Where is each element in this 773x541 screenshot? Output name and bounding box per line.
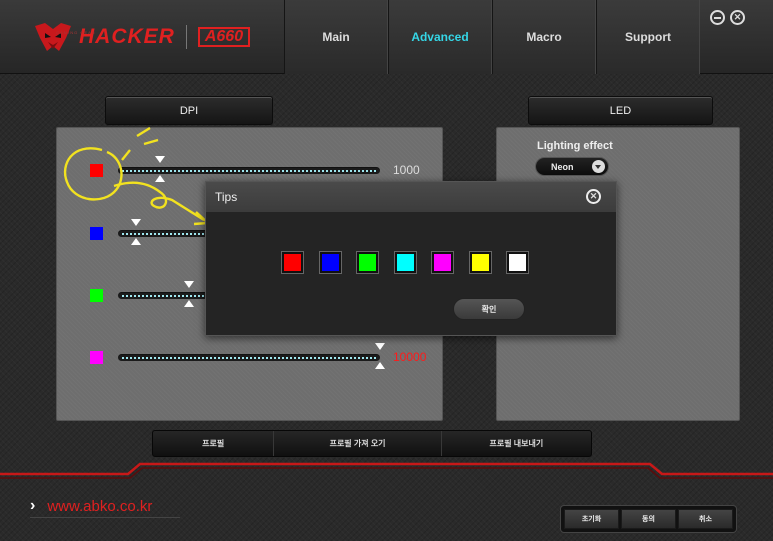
color-option[interactable] [356,251,379,274]
dpi-slider-thumb[interactable] [183,281,194,288]
tab-main[interactable]: Main [284,0,388,74]
chevron-right-icon: › [30,497,36,514]
model-badge: A660 [197,27,251,47]
dpi-color-swatch[interactable] [90,289,103,302]
tab-support[interactable]: Support [596,0,700,74]
color-option[interactable] [506,251,529,274]
url-underline [30,517,180,518]
close-icon[interactable]: ✕ [586,189,601,204]
led-section-button[interactable]: LED [528,96,713,125]
logo-divider [185,25,187,49]
tips-dialog-header: Tips ✕ [206,182,616,212]
color-option[interactable] [468,251,492,274]
chevron-down-icon [592,160,605,173]
main-tabs: Main Advanced Macro Support [284,0,700,74]
brand-name: HACKER [79,25,175,48]
close-icon[interactable]: ✕ [730,10,745,25]
reset-button[interactable]: 초기화 [564,509,619,529]
ok-button[interactable]: 확인 [453,298,525,320]
tab-advanced[interactable]: Advanced [388,0,492,74]
cancel-button[interactable]: 취소 [678,509,733,529]
dpi-value: 1000 [393,163,420,177]
color-option[interactable] [318,251,342,274]
lighting-effect-label: Lighting effect [537,140,613,152]
action-buttons: 초기화 동의 취소 [560,505,737,533]
profile-import-button[interactable]: 프로필 가져 오기 [274,431,442,456]
dpi-color-swatch[interactable] [90,351,103,364]
lighting-effect-select[interactable]: Neon [535,157,609,176]
dpi-slider-thumb[interactable] [183,300,194,307]
profile-button[interactable]: 프로필 [153,431,275,456]
hacker-emblem-icon [35,23,71,51]
tips-dialog-title: Tips [215,190,238,204]
tips-dialog: Tips ✕ 확인 [205,181,617,336]
minimize-icon[interactable] [710,10,725,25]
profile-export-button[interactable]: 프로필 내보내기 [442,431,591,456]
brand-logo: HACKER A660 [33,20,251,54]
header-bar: HACKER A660 GAMING GEAR Main Advanced Ma… [0,0,773,74]
dpi-slider-thumb[interactable] [131,238,142,245]
dpi-value: 10000 [393,350,427,364]
tab-macro[interactable]: Macro [492,0,596,74]
lighting-effect-value: Neon [551,161,574,172]
color-option[interactable] [431,251,454,274]
brand-tagline: GAMING GEAR [56,30,96,35]
color-option[interactable] [281,251,304,274]
website-link[interactable]: › www.abko.co.kr [30,497,152,515]
website-url: www.abko.co.kr [47,497,153,515]
dpi-slider-track[interactable] [118,354,380,361]
footer-divider [0,462,773,479]
profile-bar: 프로필 프로필 가져 오기 프로필 내보내기 [152,430,592,457]
color-option[interactable] [393,251,417,274]
apply-button[interactable]: 동의 [621,509,676,529]
dpi-slider-thumb[interactable] [375,343,385,350]
dpi-slider-thumb[interactable] [375,362,385,369]
